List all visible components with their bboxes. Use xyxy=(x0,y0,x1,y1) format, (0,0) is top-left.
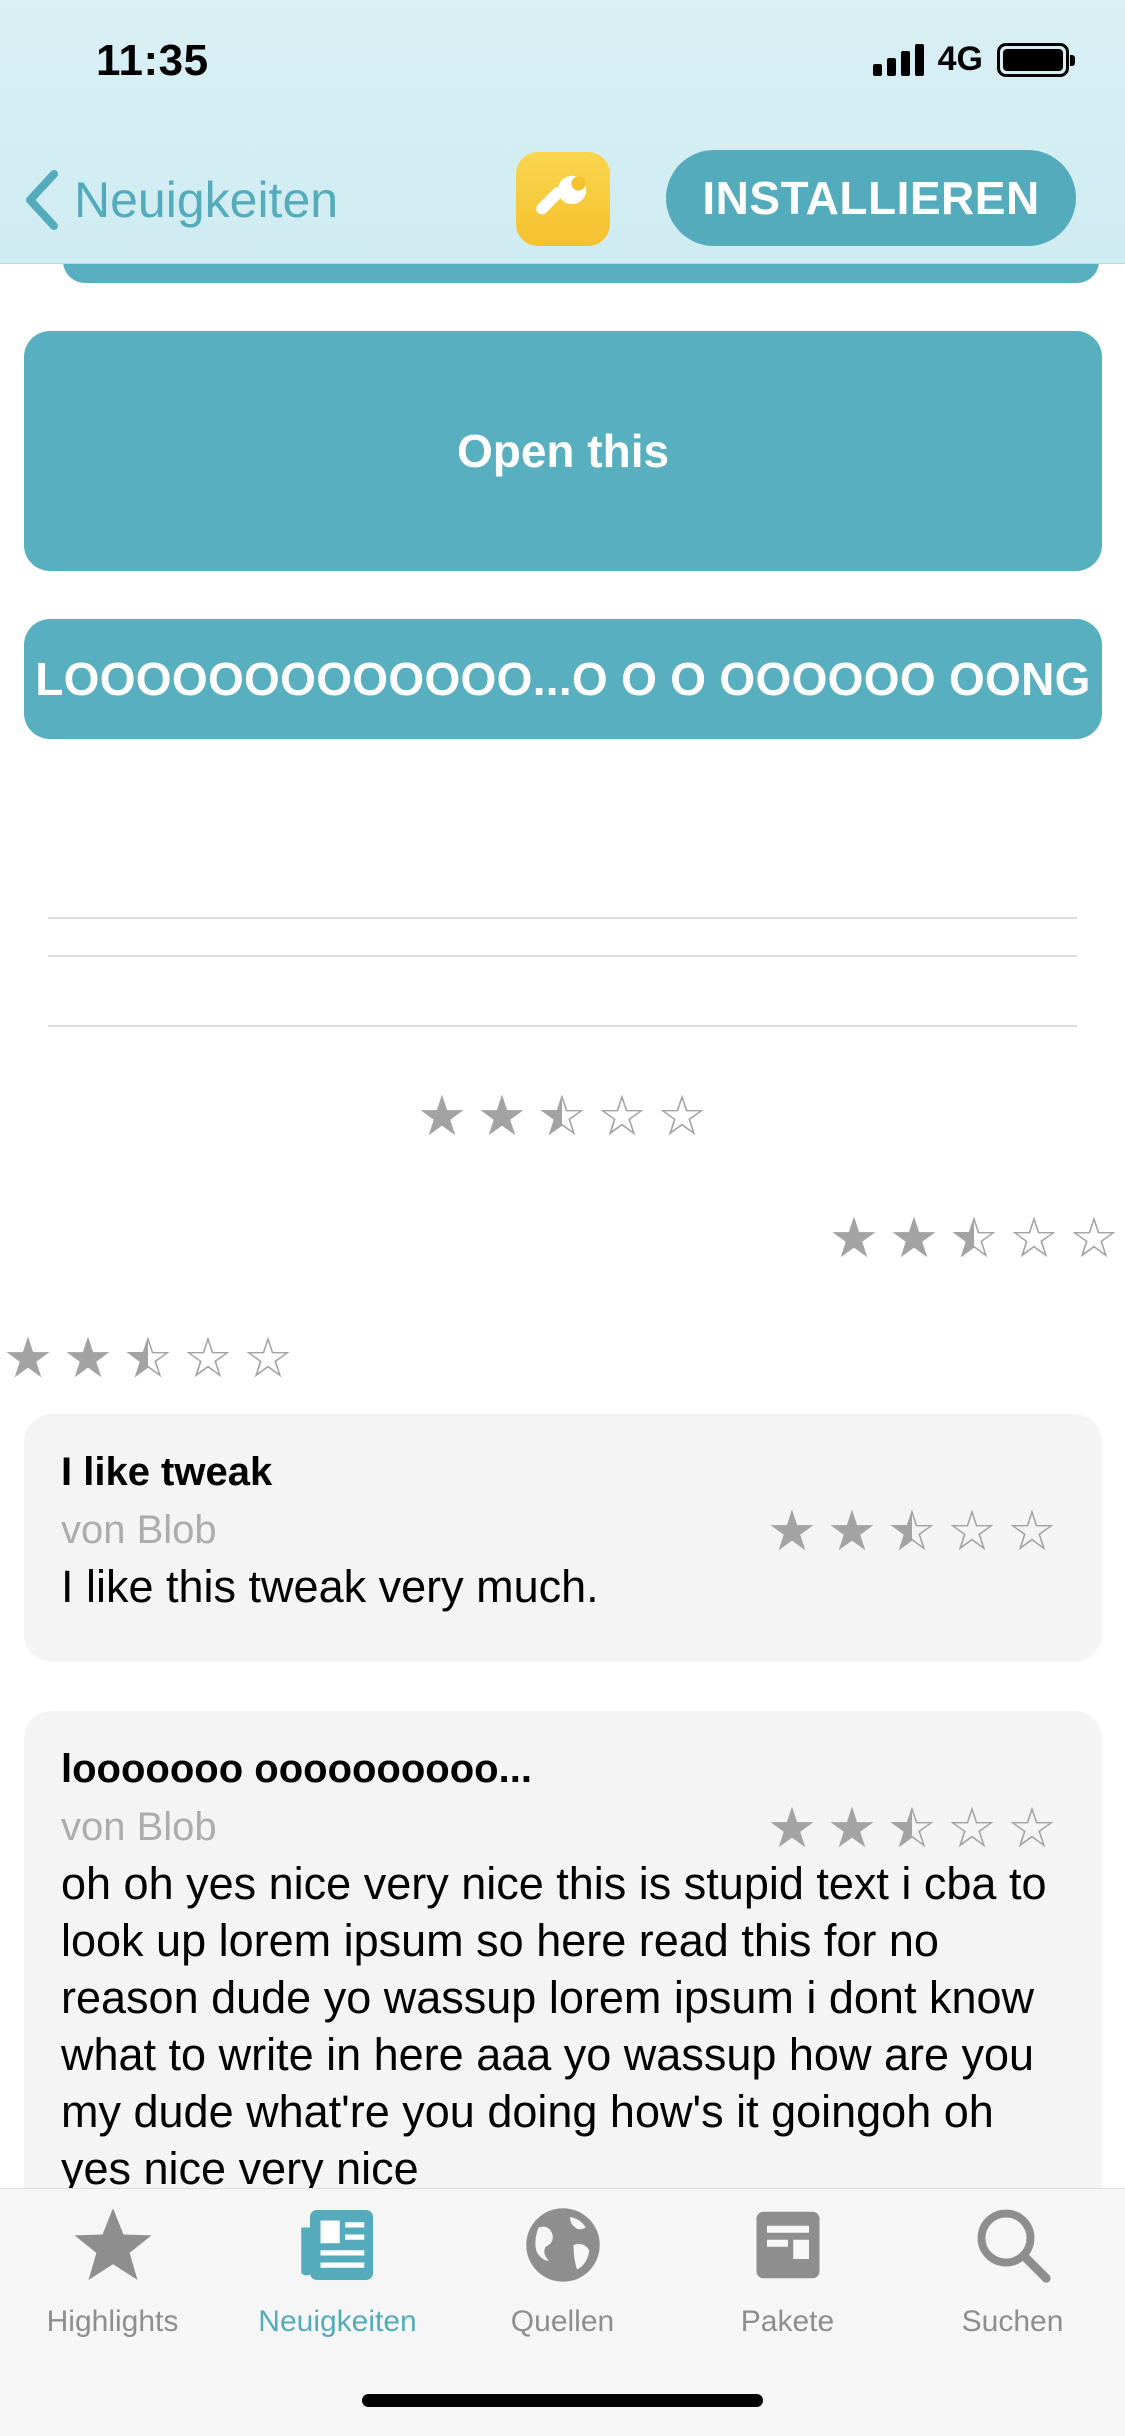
status-indicators: 4G xyxy=(872,40,1075,79)
tab-suchen[interactable]: Suchen xyxy=(900,2203,1125,2339)
package-icon xyxy=(756,2211,819,2279)
review-title: looooooo oooooooooo... xyxy=(61,1747,532,1791)
divider xyxy=(48,955,1077,957)
nav-header: 11:35 4G Neuigkeiten INSTALLIEREN xyxy=(0,0,1125,264)
star-icon: ★ xyxy=(826,1499,878,1562)
rating-stars-right: ★★☆★☆☆ xyxy=(824,1210,1124,1266)
network-type: 4G xyxy=(937,40,983,78)
review-stars: ★★☆★☆☆ xyxy=(762,1795,1062,1861)
back-button[interactable]: Neuigkeiten xyxy=(22,168,338,232)
tab-neuigkeiten[interactable]: Neuigkeiten xyxy=(225,2203,450,2339)
star-icon: ☆ xyxy=(182,1326,234,1389)
back-label: Neuigkeiten xyxy=(74,172,339,228)
tab-label: Suchen xyxy=(961,2305,1064,2338)
review-body: I like this tweak very much. xyxy=(61,1561,599,1612)
open-this-button[interactable]: Open this xyxy=(24,331,1102,571)
tab-highlights[interactable]: Highlights xyxy=(0,2203,225,2339)
star-icon: ☆ xyxy=(1068,1206,1120,1269)
star-icon: ☆ xyxy=(242,1326,294,1389)
battery-icon xyxy=(997,42,1075,77)
star-icon: ★ xyxy=(416,1084,468,1147)
star-icon: ☆★ xyxy=(886,1499,938,1562)
star-icon: ☆ xyxy=(1008,1206,1060,1269)
star-icon: ★ xyxy=(476,1084,528,1147)
star-icon: ☆ xyxy=(946,1499,998,1562)
tab-label: Highlights xyxy=(46,2305,179,2338)
star-icon: ★ xyxy=(888,1206,940,1269)
status-time: 11:35 xyxy=(96,36,209,85)
star-icon: ★ xyxy=(828,1206,880,1269)
review-title: I like tweak xyxy=(61,1450,273,1494)
star-icon: ★ xyxy=(766,1796,818,1859)
star-icon: ☆ xyxy=(656,1084,708,1147)
signal-icon xyxy=(872,43,924,76)
wrench-icon xyxy=(516,152,610,246)
star-icon: ★ xyxy=(2,1326,54,1389)
install-button[interactable]: INSTALLIEREN xyxy=(666,150,1076,246)
tab-label: Pakete xyxy=(740,2305,835,2338)
review-body: oh oh yes nice very nice this is stupid … xyxy=(61,1858,1047,2194)
search-icon xyxy=(977,2209,1051,2283)
divider xyxy=(48,917,1077,919)
star-icon: ★ xyxy=(766,1499,818,1562)
tab-label: Neuigkeiten xyxy=(258,2305,417,2338)
star-icon: ★ xyxy=(62,1326,114,1389)
rating-stars-left: ★★☆★☆☆ xyxy=(0,1330,298,1386)
star-icon: ☆ xyxy=(596,1084,648,1147)
review-card[interactable]: I like tweak von Blob ★★☆★☆☆ I like this… xyxy=(24,1414,1102,1662)
review-card[interactable]: looooooo oooooooooo... von Blob ★★☆★☆☆ o… xyxy=(24,1711,1102,2231)
tab-pakete[interactable]: Pakete xyxy=(675,2203,900,2339)
star-icon: ★ xyxy=(826,1796,878,1859)
star-icon: ☆ xyxy=(1006,1796,1058,1859)
star-icon: ☆★ xyxy=(536,1084,588,1147)
star-icon xyxy=(74,2208,151,2280)
star-icon: ☆★ xyxy=(886,1796,938,1859)
star-icon: ☆★ xyxy=(948,1206,1000,1269)
home-indicator xyxy=(362,2394,763,2407)
long-text-button[interactable]: LOOOOOOOOOOOOO...O O O OOOOOO OONG xyxy=(24,619,1102,739)
tab-label: Quellen xyxy=(510,2305,615,2338)
star-icon: ☆ xyxy=(946,1796,998,1859)
review-author: von Blob xyxy=(61,1508,217,1552)
newspaper-icon xyxy=(300,2210,373,2280)
star-icon: ☆★ xyxy=(122,1326,174,1389)
review-author: von Blob xyxy=(61,1805,217,1849)
review-stars: ★★☆★☆☆ xyxy=(762,1498,1062,1564)
tab-quellen[interactable]: Quellen xyxy=(450,2203,675,2339)
chevron-left-icon xyxy=(26,170,58,230)
globe-icon xyxy=(525,2208,600,2282)
divider xyxy=(48,1025,1077,1027)
star-icon: ☆ xyxy=(1006,1499,1058,1562)
rating-stars-center: ★★☆★☆☆ xyxy=(412,1088,712,1144)
